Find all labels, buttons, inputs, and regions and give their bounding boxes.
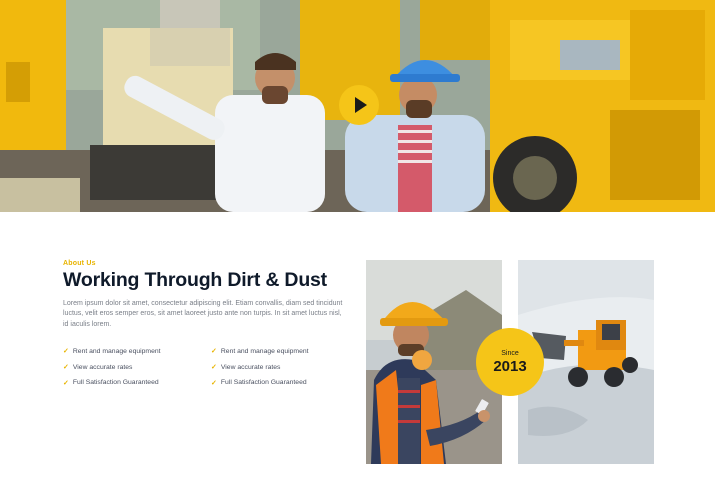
check-icon: ✓ xyxy=(63,379,69,387)
play-icon xyxy=(355,97,367,113)
feature-item: ✓ Full Satisfaction Guaranteed xyxy=(211,379,351,387)
section-eyebrow: About Us xyxy=(63,260,96,267)
feature-item: ✓ Rent and manage equipment xyxy=(63,347,211,356)
feature-item: ✓ Rent and manage equipment xyxy=(211,347,351,356)
feature-list: ✓ Rent and manage equipment ✓ Rent and m… xyxy=(63,347,353,387)
feature-label: View accurate rates xyxy=(72,363,133,371)
feature-label: View accurate rates xyxy=(220,363,281,371)
feature-item: ✓ View accurate rates xyxy=(63,363,211,372)
hero-image xyxy=(0,0,715,212)
check-icon: ✓ xyxy=(211,348,217,356)
check-icon: ✓ xyxy=(211,364,217,372)
section-title: Working Through Dirt & Dust xyxy=(63,269,327,291)
check-icon: ✓ xyxy=(63,364,69,372)
section-description: Lorem ipsum dolor sit amet, consectetur … xyxy=(63,300,343,328)
since-year: 2013 xyxy=(493,357,527,375)
feature-item: ✓ Full Satisfaction Guaranteed xyxy=(63,379,211,387)
feature-label: Rent and manage equipment xyxy=(220,347,309,355)
since-badge: Since 2013 xyxy=(476,328,544,396)
since-label: Since xyxy=(501,349,519,357)
feature-label: Full Satisfaction Guaranteed xyxy=(220,379,307,387)
feature-item: ✓ View accurate rates xyxy=(211,363,351,372)
check-icon: ✓ xyxy=(63,348,69,356)
about-section: About Us Working Through Dirt & Dust Lor… xyxy=(63,260,353,387)
play-video-button[interactable] xyxy=(339,85,379,125)
check-icon: ✓ xyxy=(211,379,217,387)
feature-label: Rent and manage equipment xyxy=(72,347,161,355)
feature-label: Full Satisfaction Guaranteed xyxy=(72,379,159,387)
